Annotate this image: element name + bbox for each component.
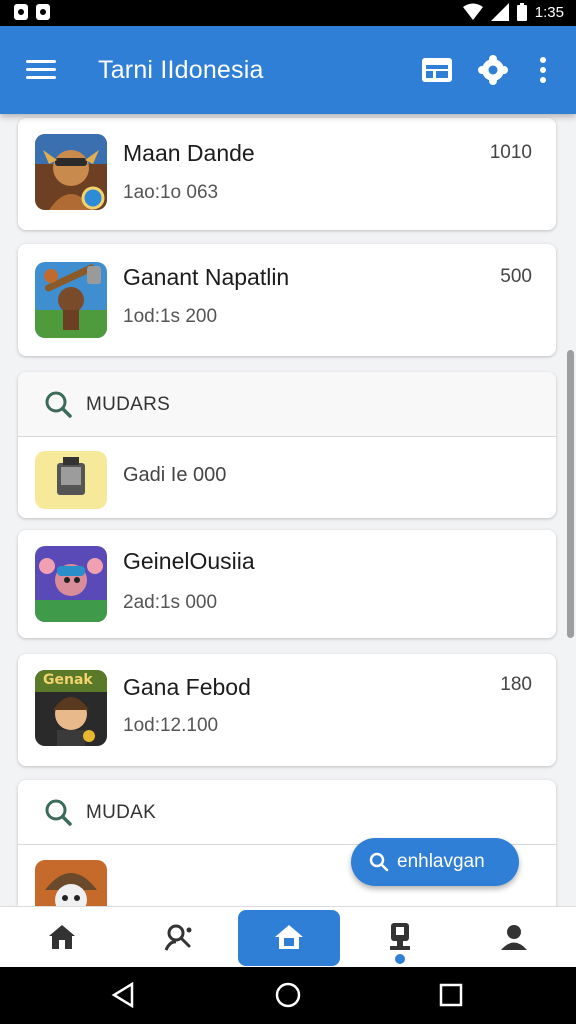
back-icon (111, 982, 134, 1008)
app-title: Tarni IIdonesia (98, 56, 264, 84)
status-indicators: 1:35 (462, 3, 564, 21)
home-icon (275, 925, 303, 949)
list-item[interactable]: Gadi Ie 000 (18, 437, 556, 518)
item-title: Gana Febod (123, 674, 251, 700)
game-thumb-creature (35, 546, 107, 622)
person-search-icon (164, 924, 192, 951)
notification-icons (14, 4, 50, 20)
section-label: MUDAK (86, 802, 157, 823)
item-title: GeinelOusiia (123, 548, 255, 574)
list-item[interactable]: Ganant Napatlin 1od:1s 200 500 (18, 244, 556, 356)
profile-icon (501, 925, 527, 950)
game-badge: Genak (43, 672, 93, 688)
game-thumb-hammer (35, 262, 107, 338)
recents-icon (439, 983, 463, 1007)
section-label: MUDARS (86, 394, 171, 415)
item-subtitle: 1od:12.100 (123, 715, 219, 736)
app-bar: Tarni IIdonesia (0, 26, 576, 114)
item-subtitle: 2ad:1s 000 (123, 592, 218, 613)
status-bar: 1:35 (0, 0, 576, 26)
settings-button[interactable] (476, 54, 510, 86)
game-list[interactable]: Maan Dande 1ao:1o 063 1010 Ganant Napatl… (0, 114, 576, 906)
nav-item-profile[interactable] (464, 907, 564, 967)
game-thumb-device (35, 451, 107, 509)
list-item[interactable]: Maan Dande 1ao:1o 063 1010 (18, 118, 556, 230)
nav-notification-dot (395, 954, 405, 964)
search-icon (45, 799, 72, 826)
item-subtitle: 1ao:1o 063 (123, 182, 219, 203)
back-button[interactable] (108, 980, 138, 1010)
item-subtitle: 1od:1s 200 (123, 306, 218, 327)
item-subtitle: Gadi Ie 000 (123, 464, 227, 486)
calendar-icon (422, 58, 452, 82)
more-vert-icon (540, 57, 546, 83)
home-system-button[interactable] (273, 980, 303, 1010)
list-item[interactable]: Genak Gana Febod 1od:12.100 180 (18, 654, 556, 766)
search-icon (45, 391, 72, 418)
item-title: Maan Dande (123, 140, 255, 166)
gear-icon (478, 55, 508, 85)
item-score: 1010 (489, 142, 532, 163)
overflow-menu-button[interactable] (528, 54, 558, 86)
circle-home-icon (275, 982, 301, 1008)
search-icon (369, 852, 389, 872)
item-title: Ganant Napatlin (123, 264, 290, 290)
status-time: 1:35 (534, 3, 564, 21)
game-thumb-kid: Genak (35, 670, 107, 746)
search-fab[interactable]: enhlavgan (351, 838, 519, 886)
calendar-button[interactable] (420, 54, 454, 86)
nav-item-house[interactable] (12, 907, 112, 967)
trophy-icon (390, 923, 410, 950)
notification-icon (14, 4, 28, 20)
signal-icon (490, 3, 509, 21)
list-item[interactable]: GeinelOusiia 2ad:1s 000 (18, 530, 556, 638)
item-score: 500 (500, 266, 532, 287)
game-thumb-hat (35, 860, 107, 906)
item-score: 180 (500, 674, 532, 695)
wifi-icon (462, 3, 483, 20)
fab-label: enhlavgan (397, 851, 485, 872)
nav-item-home[interactable] (239, 907, 339, 967)
house-icon (49, 925, 75, 949)
bottom-nav (0, 906, 576, 967)
section-header[interactable]: MUDARS (18, 372, 556, 436)
system-nav-bar (0, 966, 576, 1024)
game-thumb-warrior (35, 134, 107, 210)
battery-icon (516, 3, 527, 21)
recents-button[interactable] (436, 980, 466, 1010)
notification-icon-secondary (36, 4, 50, 20)
section-card: MUDARS Gadi Ie 000 (18, 372, 556, 518)
menu-icon[interactable] (26, 58, 56, 82)
nav-item-search-people[interactable] (128, 907, 228, 967)
scrollbar[interactable] (567, 350, 574, 638)
section-header[interactable]: MUDAK (18, 780, 556, 844)
